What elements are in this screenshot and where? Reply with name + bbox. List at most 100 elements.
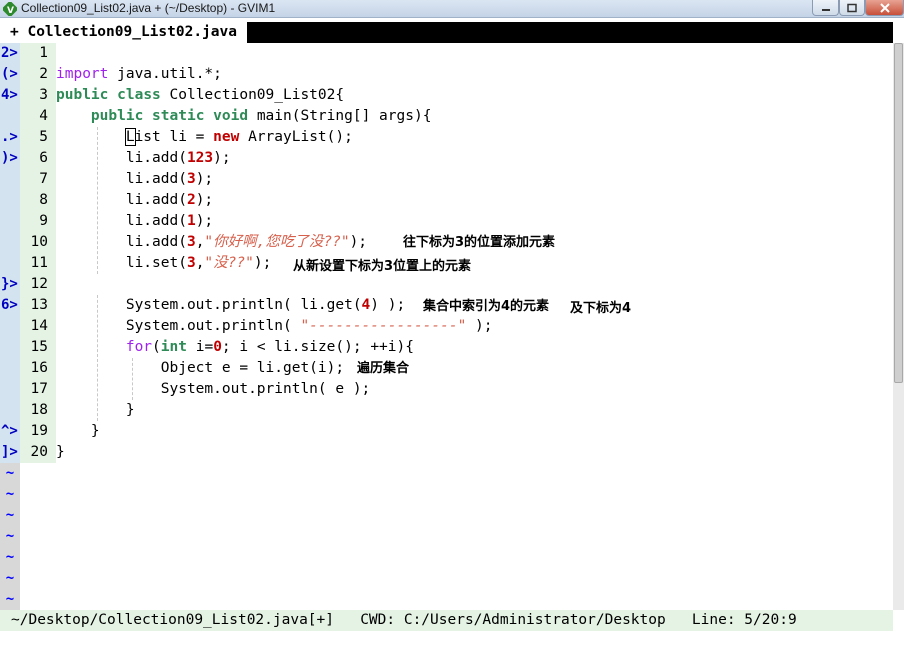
buffer-line: )> 6 li.add(123); (0, 148, 893, 169)
sign-marker (0, 190, 20, 211)
sign-marker: )> (0, 148, 20, 169)
indent-guide (132, 358, 133, 400)
buffer-line: ]> 20 } (0, 442, 893, 463)
sign-marker: }> (0, 274, 20, 295)
line-number: 11 (20, 253, 56, 274)
line-number: 5 (20, 127, 56, 148)
sign-marker: 2> (0, 43, 20, 64)
annotation-note: 往下标为3的位置添加元素 (403, 235, 556, 250)
sign-marker (0, 253, 20, 274)
minimize-button[interactable] (812, 0, 839, 16)
annotation-note: 遍历集合 (357, 361, 410, 376)
scrollbar-thumb[interactable] (894, 43, 903, 383)
tabline: + Collection09_List02.java (0, 22, 893, 43)
code-text: li.set(3,"没??"); (125, 255, 272, 271)
code-text: } (125, 402, 135, 418)
code-text: System.out.println( e ); (160, 381, 371, 397)
empty-line-tilde: ~ (0, 463, 20, 484)
window-title: Collection09_List02.java + (~/Desktop) -… (21, 1, 276, 15)
code-text: System.out.println( li.get(4) ); (125, 297, 406, 313)
sign-marker: ^> (0, 421, 20, 442)
buffer-line: }> 12 (0, 274, 893, 295)
window-titlebar: V Collection09_List02.java + (~/Desktop)… (0, 0, 904, 18)
maximize-icon (847, 3, 857, 12)
sign-marker (0, 400, 20, 421)
line-number: 1 (20, 43, 56, 64)
sign-marker (0, 169, 20, 190)
code-text: for(int i=0; i < li.size(); ++i){ (125, 339, 414, 355)
sign-marker (0, 232, 20, 253)
buffer-line: 10 li.add(3,"你好啊,您吃了没??"); 往下标为3的位置添加元素 (0, 232, 893, 253)
code-text: } (90, 423, 100, 439)
command-line[interactable] (0, 631, 904, 650)
buffer-line: (> 2 import java.util.*; (0, 64, 893, 85)
line-number: 20 (20, 442, 56, 463)
code-text: li.add(3,"你好啊,您吃了没??"); (125, 234, 368, 250)
code-text: public class Collection09_List02{ (56, 87, 345, 103)
sign-marker (0, 379, 20, 400)
text-cursor: L (124, 128, 136, 146)
sign-marker: .> (0, 127, 20, 148)
line-number: 17 (20, 379, 56, 400)
code-text: System.out.println( "-----------------" … (125, 318, 493, 334)
code-text: li.add(2); (125, 192, 214, 208)
line-number: 8 (20, 190, 56, 211)
line-number: 13 (20, 295, 56, 316)
buffer-line: 4> 3 public class Collection09_List02{ (0, 85, 893, 106)
vertical-scrollbar[interactable] (893, 43, 904, 610)
annotation-note: 及下标为4 (570, 301, 632, 316)
gvim-app-icon[interactable]: V (3, 2, 17, 16)
buffer-line: 2> 1 (0, 43, 893, 64)
indent-guide (97, 127, 98, 274)
empty-line-tilde: ~ (0, 484, 20, 505)
sign-marker (0, 337, 20, 358)
line-number: 7 (20, 169, 56, 190)
buffer-line: 14 System.out.println( "----------------… (0, 316, 893, 337)
close-icon (879, 2, 890, 13)
buffer-line: 8 li.add(2); (0, 190, 893, 211)
code-text: li.add(3); (125, 171, 214, 187)
code-text: li.add(1); (125, 213, 214, 229)
line-number: 16 (20, 358, 56, 379)
buffer-line: 15 for(int i=0; i < li.size(); ++i){ (0, 337, 893, 358)
buffer-line: 18 } (0, 400, 893, 421)
line-number: 9 (20, 211, 56, 232)
empty-line-tilde: ~ (0, 547, 20, 568)
sign-marker: 4> (0, 85, 20, 106)
sign-marker: ]> (0, 442, 20, 463)
editor-buffer[interactable]: 2> 1 (> 2 import java.util.*; 4> 3 publi… (0, 43, 893, 610)
code-text: } (56, 444, 65, 460)
buffer-line: .> 5 List li = new ArrayList(); (0, 127, 893, 148)
code-text: import java.util.*; (56, 66, 222, 82)
sign-marker: (> (0, 64, 20, 85)
minimize-icon (821, 8, 830, 11)
sign-marker (0, 106, 20, 127)
line-number: 18 (20, 400, 56, 421)
maximize-button[interactable] (839, 0, 865, 16)
annotation-note: 从新设置下标为3位置上的元素 (293, 259, 472, 274)
close-button[interactable] (865, 0, 904, 16)
empty-line-tilde: ~ (0, 589, 20, 610)
empty-line-tilde: ~ (0, 526, 20, 547)
line-number: 4 (20, 106, 56, 127)
line-number: 15 (20, 337, 56, 358)
buffer-line: ^> 19 } (0, 421, 893, 442)
buffer-line: 11 li.set(3,"没??"); 从新设置下标为3位置上的元素 (0, 253, 893, 274)
line-number: 10 (20, 232, 56, 253)
sign-marker: 6> (0, 295, 20, 316)
svg-text:V: V (7, 6, 14, 16)
status-line: ~/Desktop/Collection09_List02.java[+] CW… (0, 610, 893, 631)
buffer-line: 7 li.add(3); (0, 169, 893, 190)
buffer-line: 17 System.out.println( e ); (0, 379, 893, 400)
line-number: 3 (20, 85, 56, 106)
buffer-line: 4 public static void main(String[] args)… (0, 106, 893, 127)
code-text: li.add(123); (125, 150, 231, 166)
tab-collection09-list02[interactable]: + Collection09_List02.java (0, 22, 247, 43)
indent-guide (97, 295, 98, 421)
empty-line-tilde: ~ (0, 568, 20, 589)
code-text: List li = new ArrayList(); (124, 128, 353, 146)
buffer-line: 9 li.add(1); (0, 211, 893, 232)
line-number: 12 (20, 274, 56, 295)
annotation-note: 集合中索引为4的元素 (423, 299, 550, 314)
line-number: 2 (20, 64, 56, 85)
